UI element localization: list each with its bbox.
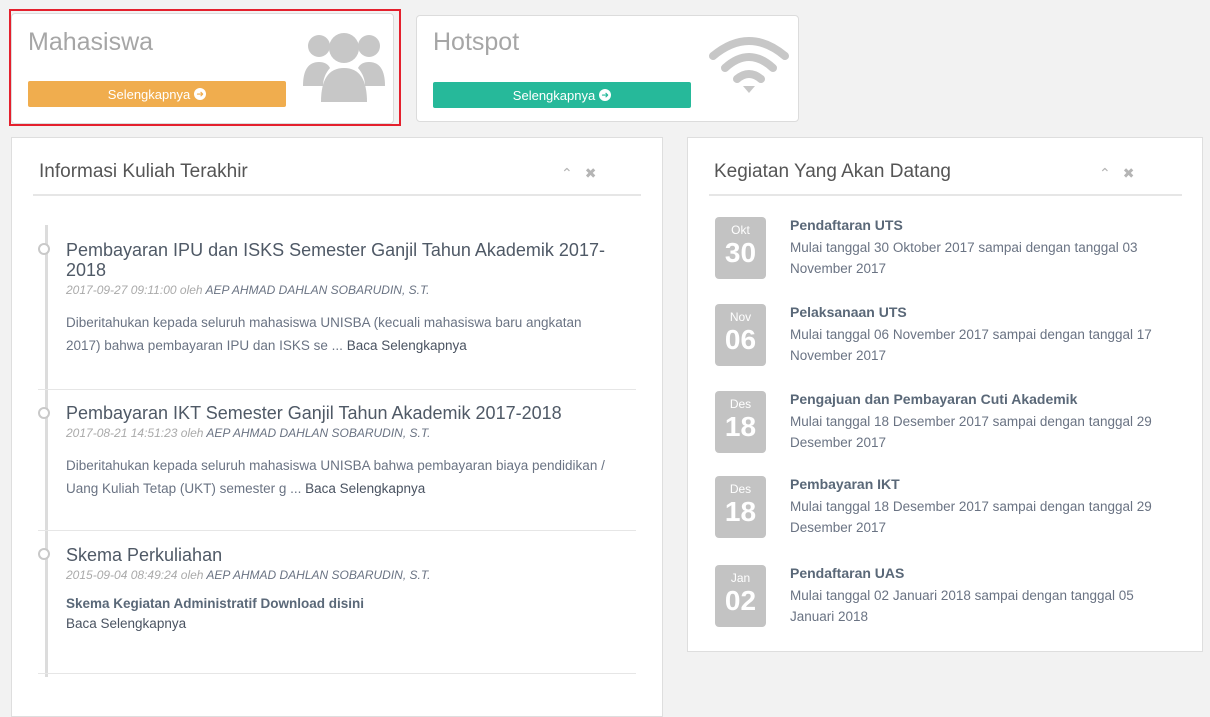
author: AEP AHMAD DAHLAN SOBARUDIN, S.T.	[206, 426, 431, 440]
wifi-icon	[707, 32, 791, 94]
event-title[interactable]: Pelaksanaan UTS	[790, 304, 907, 320]
timeline-item-title[interactable]: Pembayaran IPU dan ISKS Semester Ganjil …	[66, 240, 612, 280]
timeline-item-title[interactable]: Pembayaran IKT Semester Ganjil Tahun Aka…	[66, 403, 612, 423]
tile-hotspot: Hotspot Selengkapnya ➜	[416, 15, 799, 122]
by-label: oleh	[180, 568, 204, 582]
button-label: Selengkapnya	[107, 86, 191, 102]
timeline-item-excerpt: Diberitahukan kepada seluruh mahasiswa U…	[66, 454, 612, 500]
event-item: Des 18 Pembayaran IKT Mulai tanggal 18 D…	[715, 476, 1185, 546]
item-separator	[38, 389, 636, 390]
event-title[interactable]: Pendaftaran UTS	[790, 217, 903, 233]
panel-divider	[709, 194, 1182, 196]
read-more-link[interactable]: Baca Selengkapnya	[305, 481, 425, 496]
timeline-dot	[38, 548, 50, 560]
timestamp: 2015-09-04 08:49:24	[66, 568, 178, 582]
event-description: Mulai tanggal 18 Desember 2017 sampai de…	[790, 499, 1152, 535]
events-panel-title: Kegiatan Yang Akan Datang	[714, 161, 951, 182]
author: AEP AHMAD DAHLAN SOBARUDIN, S.T.	[205, 283, 430, 297]
event-item: Nov 06 Pelaksanaan UTS Mulai tanggal 06 …	[715, 304, 1185, 374]
read-more-link[interactable]: Baca Selengkapnya	[66, 614, 612, 634]
event-day: 18	[724, 496, 757, 527]
timeline-item-title[interactable]: Skema Perkuliahan	[66, 545, 612, 565]
users-icon	[303, 24, 385, 104]
hotspot-more-button[interactable]: Selengkapnya ➜	[433, 82, 691, 108]
button-label: Selengkapnya	[512, 87, 596, 103]
event-day: 06	[724, 324, 757, 355]
event-title[interactable]: Pendaftaran UAS	[790, 565, 904, 581]
event-date-badge: Des 18	[715, 391, 766, 453]
timestamp: 2017-08-21 14:51:23	[66, 426, 178, 440]
timeline-dot	[38, 407, 50, 419]
timeline-item: Pembayaran IPU dan ISKS Semester Ganjil …	[66, 240, 612, 357]
timeline-item-meta: 2017-08-21 14:51:23 oleh AEP AHMAD DAHLA…	[66, 426, 612, 440]
by-label: oleh	[180, 426, 204, 440]
event-day: 02	[724, 585, 757, 616]
event-date-badge: Jan 02	[715, 565, 766, 627]
timeline-item: Pembayaran IKT Semester Ganjil Tahun Aka…	[66, 403, 612, 500]
event-item: Des 18 Pengajuan dan Pembayaran Cuti Aka…	[715, 391, 1185, 461]
item-separator	[38, 673, 636, 674]
download-link[interactable]: Skema Kegiatan Administratif Download di…	[66, 594, 612, 614]
timeline-item-meta: 2017-09-27 09:11:00 oleh AEP AHMAD DAHLA…	[66, 283, 612, 297]
arrow-circle-right-icon: ➜	[599, 89, 612, 101]
panel-divider	[33, 194, 641, 196]
read-more-link[interactable]: Baca Selengkapnya	[347, 338, 467, 353]
info-panel-title: Informasi Kuliah Terakhir	[39, 161, 248, 182]
tile-title: Hotspot	[433, 28, 520, 56]
tile-mahasiswa: Mahasiswa Selengkapnya ➜	[11, 13, 394, 124]
event-date-badge: Nov 06	[715, 304, 766, 366]
event-title[interactable]: Pengajuan dan Pembayaran Cuti Akademik	[790, 391, 1077, 407]
timeline-dot	[38, 243, 50, 255]
event-description: Mulai tanggal 02 Januari 2018 sampai den…	[790, 588, 1134, 624]
event-date-badge: Des 18	[715, 476, 766, 538]
timeline-item-meta: 2015-09-04 08:49:24 oleh AEP AHMAD DAHLA…	[66, 568, 612, 582]
by-label: oleh	[179, 283, 203, 297]
event-month: Des	[729, 482, 752, 496]
arrow-circle-right-icon: ➜	[194, 88, 207, 100]
timeline-item-body: Skema Kegiatan Administratif Download di…	[66, 594, 612, 634]
timestamp: 2017-09-27 09:11:00	[66, 283, 177, 297]
event-item: Okt 30 Pendaftaran UTS Mulai tanggal 30 …	[715, 217, 1185, 287]
timeline-item-excerpt: Diberitahukan kepada seluruh mahasiswa U…	[66, 311, 612, 357]
event-title[interactable]: Pembayaran IKT	[790, 476, 900, 492]
event-day: 30	[724, 237, 757, 268]
info-panel-tools: ⌃ ✖	[561, 165, 596, 182]
event-month: Okt	[731, 223, 750, 237]
collapse-icon[interactable]: ⌃	[561, 165, 573, 182]
timeline-line	[45, 225, 48, 677]
event-description: Mulai tanggal 30 Oktober 2017 sampai den…	[790, 240, 1138, 276]
close-icon[interactable]: ✖	[585, 165, 597, 182]
author: AEP AHMAD DAHLAN SOBARUDIN, S.T.	[206, 568, 431, 582]
event-month: Nov	[729, 310, 752, 324]
event-date-badge: Okt 30	[715, 217, 766, 279]
event-month: Des	[729, 397, 752, 411]
event-month: Jan	[730, 571, 751, 585]
excerpt-text: Diberitahukan kepada seluruh mahasiswa U…	[66, 315, 582, 353]
mahasiswa-more-button[interactable]: Selengkapnya ➜	[28, 81, 286, 107]
close-icon[interactable]: ✖	[1123, 165, 1135, 182]
tile-title: Mahasiswa	[28, 28, 154, 56]
timeline-item: Skema Perkuliahan 2015-09-04 08:49:24 ol…	[66, 545, 612, 634]
event-description: Mulai tanggal 06 November 2017 sampai de…	[790, 327, 1152, 363]
collapse-icon[interactable]: ⌃	[1099, 165, 1111, 182]
event-description: Mulai tanggal 18 Desember 2017 sampai de…	[790, 414, 1152, 450]
events-panel-tools: ⌃ ✖	[1099, 165, 1134, 182]
event-item: Jan 02 Pendaftaran UAS Mulai tanggal 02 …	[715, 565, 1185, 635]
event-day: 18	[724, 411, 757, 442]
item-separator	[38, 530, 636, 531]
